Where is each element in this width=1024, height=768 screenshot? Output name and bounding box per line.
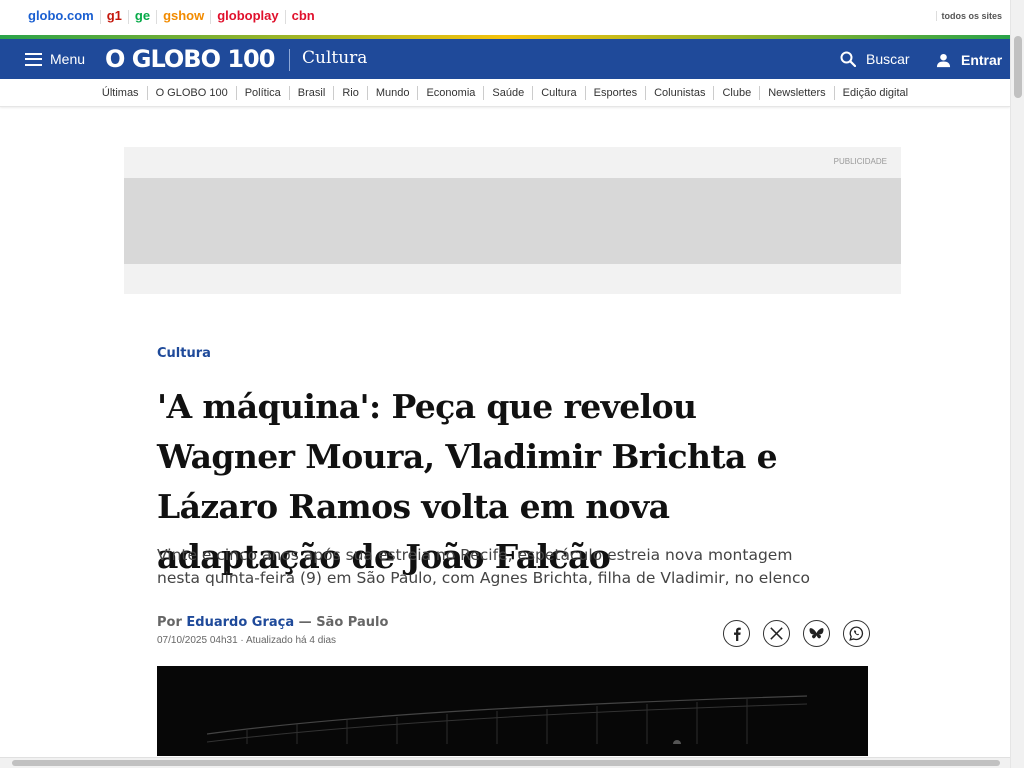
article-section-kicker[interactable]: Cultura	[157, 346, 211, 361]
globo-sites-bar: globo.com g1 ge gshow globoplay cbn todo…	[0, 0, 1010, 35]
sites-list: globo.com g1 ge gshow globoplay cbn	[22, 8, 321, 24]
article-byline: Por Eduardo Graça — São Paulo	[157, 615, 388, 630]
facebook-icon	[733, 627, 741, 641]
nav-item-newsletters[interactable]: Newsletters	[760, 86, 835, 100]
x-icon	[770, 627, 783, 640]
nav-item-ultimas[interactable]: Últimas	[94, 86, 148, 100]
share-x-button[interactable]	[763, 620, 790, 647]
nav-item-politica[interactable]: Política	[237, 86, 290, 100]
share-bluesky-button[interactable]	[803, 620, 830, 647]
header-divider	[289, 49, 290, 71]
nav-item-rio[interactable]: Rio	[334, 86, 368, 100]
ad-label: PUBLICIDADE	[833, 157, 887, 166]
nav-item-saude[interactable]: Saúde	[484, 86, 534, 100]
nav-item-brasil[interactable]: Brasil	[290, 86, 335, 100]
share-buttons	[723, 620, 870, 647]
nav-item-cultura[interactable]: Cultura	[533, 86, 586, 100]
site-link-g1[interactable]: g1	[101, 8, 128, 24]
author-link[interactable]: Eduardo Graça	[186, 615, 294, 630]
site-link-ge[interactable]: ge	[129, 8, 156, 24]
login-button[interactable]: Entrar	[936, 52, 1002, 68]
vertical-scrollbar[interactable]	[1010, 0, 1024, 768]
share-whatsapp-button[interactable]	[843, 620, 870, 647]
site-header: Menu O GLOBO 100 Cultura Buscar Entrar	[0, 39, 1010, 79]
search-icon	[840, 51, 856, 67]
nav-item-edicao-digital[interactable]: Edição digital	[835, 86, 916, 100]
menu-button[interactable]: Menu	[25, 51, 85, 67]
search-label: Buscar	[866, 51, 910, 67]
nav-item-o-globo-100[interactable]: O GLOBO 100	[148, 86, 237, 100]
ad-slot[interactable]	[124, 178, 901, 264]
site-link-globoplay[interactable]: globoplay	[211, 8, 284, 24]
nav-item-clube[interactable]: Clube	[714, 86, 761, 100]
bluesky-icon	[809, 627, 824, 638]
section-title[interactable]: Cultura	[302, 48, 367, 68]
byline-location: — São Paulo	[298, 615, 389, 630]
section-nav: Últimas O GLOBO 100 Política Brasil Rio …	[0, 79, 1010, 107]
site-link-cbn[interactable]: cbn	[286, 8, 321, 24]
nav-item-colunistas[interactable]: Colunistas	[646, 86, 715, 100]
site-link-gshow[interactable]: gshow	[157, 8, 210, 24]
vertical-scrollbar-thumb[interactable]	[1014, 36, 1022, 98]
share-facebook-button[interactable]	[723, 620, 750, 647]
site-link-globo[interactable]: globo.com	[22, 8, 100, 24]
o-globo-logo[interactable]: O GLOBO 100	[105, 45, 275, 73]
nav-item-economia[interactable]: Economia	[418, 86, 485, 100]
article-date: 07/10/2025 04h31 · Atualizado há 4 dias	[157, 635, 337, 646]
horizontal-scrollbar[interactable]	[0, 757, 1010, 768]
nav-item-esportes[interactable]: Esportes	[586, 86, 647, 100]
menu-label: Menu	[50, 51, 86, 67]
stage-rail-graphic	[207, 695, 807, 744]
hamburger-icon	[25, 52, 42, 66]
login-label: Entrar	[961, 52, 1003, 68]
byline-prefix: Por	[157, 615, 182, 630]
article-subtitle: Vinte e cinco anos após sua estreia no R…	[157, 546, 810, 587]
search-button[interactable]: Buscar	[840, 51, 910, 67]
article-hero-image[interactable]	[157, 666, 868, 756]
horizontal-scrollbar-thumb[interactable]	[12, 760, 1000, 766]
all-sites-link[interactable]: todos os sites	[936, 11, 1002, 21]
nav-item-mundo[interactable]: Mundo	[368, 86, 419, 100]
user-icon	[936, 53, 951, 67]
ad-banner: PUBLICIDADE	[124, 147, 901, 294]
whatsapp-icon	[849, 626, 864, 641]
